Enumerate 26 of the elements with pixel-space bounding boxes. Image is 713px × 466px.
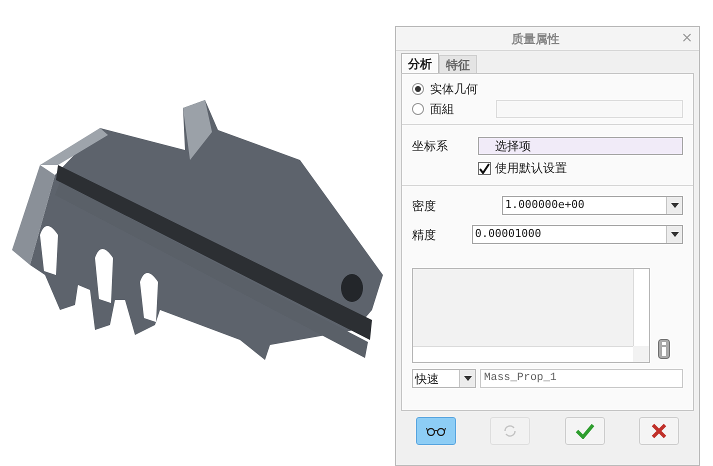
- checkmark-icon: [574, 423, 595, 439]
- ok-button[interactable]: [564, 417, 605, 445]
- radio-button[interactable]: [412, 103, 424, 115]
- field-label: 精度: [412, 226, 437, 244]
- dialog-title: 质量属性: [510, 30, 560, 48]
- coordinate-system-collector[interactable]: 选择项: [478, 137, 683, 155]
- repeat-icon: [502, 423, 518, 439]
- radio-label: 面組: [430, 101, 455, 118]
- checkbox[interactable]: [478, 162, 491, 174]
- density-dropdown[interactable]: 1.000000e+00: [502, 196, 683, 215]
- cancel-button[interactable]: [638, 417, 679, 445]
- glasses-icon: [425, 426, 447, 436]
- close-icon: [650, 423, 667, 439]
- field-label: 坐标系: [412, 138, 449, 155]
- accuracy-dropdown[interactable]: 0.00001000: [472, 225, 683, 244]
- radio-button[interactable]: [412, 83, 424, 95]
- tab[interactable]: 分析: [401, 53, 439, 73]
- mode-dropdown[interactable]: 快速: [412, 369, 476, 388]
- tab[interactable]: 特征: [439, 55, 477, 73]
- info-icon[interactable]: [658, 339, 670, 359]
- field-label: 密度: [412, 198, 437, 214]
- checkbox-label: 使用默认设置: [495, 160, 567, 177]
- name-field[interactable]: Mass_Prop_1: [480, 369, 683, 388]
- preview-button[interactable]: [416, 417, 456, 445]
- surface-selection-field[interactable]: [496, 100, 683, 118]
- radio-label: 实体几何: [430, 81, 479, 98]
